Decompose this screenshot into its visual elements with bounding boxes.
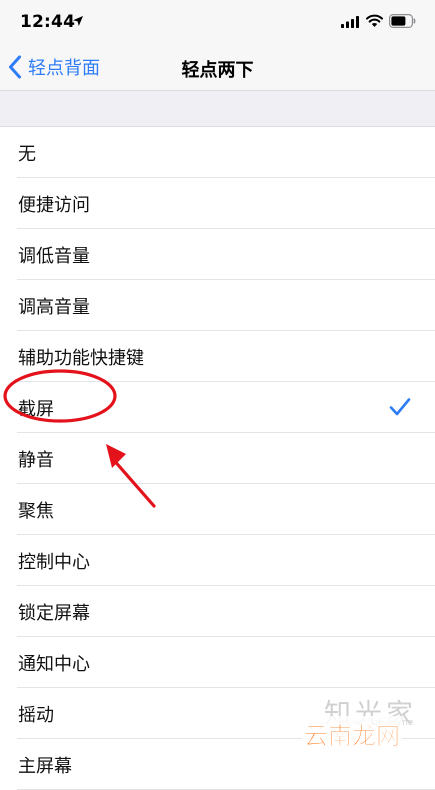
list-item-reachability[interactable]: 便捷访问 — [17, 178, 435, 229]
list-item-label: 主屏幕 — [18, 756, 72, 777]
list-item-label: 调高音量 — [18, 297, 90, 318]
list-item-control-center[interactable]: 控制中心 — [17, 535, 435, 586]
cellular-signal-icon — [341, 16, 359, 28]
page-title: 轻点两下 — [181, 60, 254, 81]
list-item-volume-down[interactable]: 调低音量 — [17, 229, 435, 280]
list-item-label: 便捷访问 — [18, 195, 90, 216]
watermark-bottom-text: 云南龙网 — [302, 716, 402, 751]
group-header-spacer — [0, 90, 435, 127]
option-list: 无 便捷访问 调低音量 调高音量 辅助功能快捷键 截屏 静音 聚焦 控制中心 锁… — [0, 127, 435, 790]
list-item-none[interactable]: 无 — [17, 127, 435, 178]
list-item-notification-center[interactable]: 通知中心 — [17, 637, 435, 688]
list-item-label: 辅助功能快捷键 — [18, 348, 144, 369]
list-item-label: 无 — [18, 144, 36, 165]
status-bar: 12:44 — [0, 0, 435, 44]
list-item-label: 调低音量 — [18, 246, 90, 267]
list-item-mute[interactable]: 静音 — [17, 433, 435, 484]
list-item-label: 通知中心 — [18, 654, 90, 675]
status-time: 12:44 — [20, 12, 76, 32]
list-item-label: 控制中心 — [18, 552, 90, 573]
list-item-label: 锁定屏幕 — [18, 603, 90, 624]
list-item-volume-up[interactable]: 调高音量 — [17, 280, 435, 331]
list-item-label: 截屏 — [18, 399, 54, 420]
list-item-label: 静音 — [18, 450, 54, 471]
list-item-focus[interactable]: 聚焦 — [17, 484, 435, 535]
location-arrow-icon — [73, 16, 83, 26]
list-item-accessibility-shortcut[interactable]: 辅助功能快捷键 — [17, 331, 435, 382]
navigation-bar: 轻点背面 轻点两下 — [0, 44, 435, 90]
watermark: 知光家 www.zhishihome 云南龙网 — [300, 692, 430, 752]
wifi-icon — [366, 14, 383, 27]
checkmark-icon — [389, 398, 411, 416]
list-item-lock-screen[interactable]: 锁定屏幕 — [17, 586, 435, 637]
list-item-label: 聚焦 — [18, 501, 54, 522]
list-item-screenshot[interactable]: 截屏 — [17, 382, 435, 433]
battery-icon — [389, 14, 416, 28]
list-item-label: 摇动 — [18, 705, 54, 726]
